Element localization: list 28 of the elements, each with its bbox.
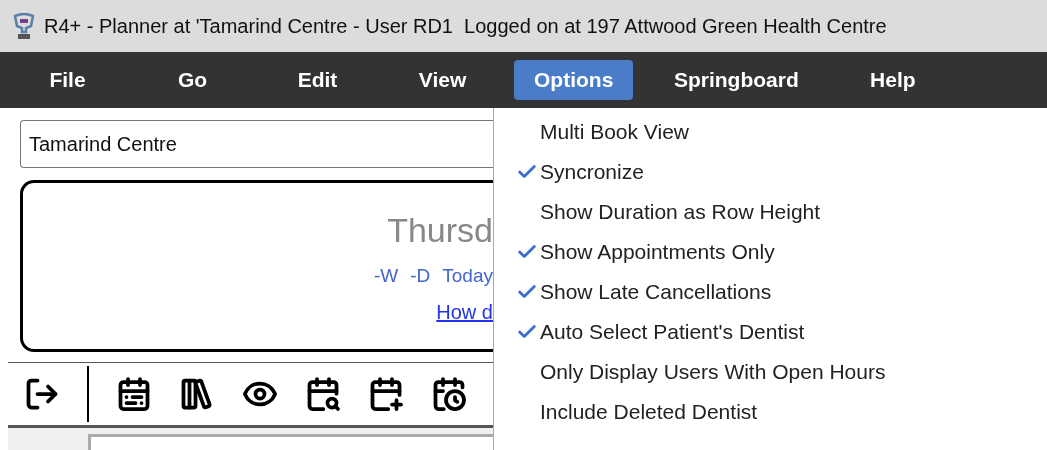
date-nav-link[interactable]: -W [373,262,399,291]
menu-item[interactable]: File [14,60,121,100]
menu-item[interactable]: Edit [264,60,371,100]
menu-option[interactable]: Multi Book View [494,112,1047,152]
menu-item[interactable]: View [389,60,496,100]
logout-icon[interactable] [24,376,60,412]
menu-option[interactable]: Auto Select Patient's Dentist [494,312,1047,352]
date-nav-link[interactable]: Today [442,262,493,291]
menu-option[interactable]: Show Appointments Only [494,232,1047,272]
menu-item[interactable]: Help [839,60,947,100]
menu-option[interactable]: Show Duration as Row Height [494,192,1047,232]
app-logo-icon [12,12,36,40]
window-title: R4+ - Planner at 'Tamarind Centre - User RD1 Logged on at 197 Attwood Green Health Centre [44,14,887,39]
menu-item[interactable]: Options [514,60,634,100]
calendar-plus-icon[interactable] [368,376,404,412]
menu-item[interactable]: Springboard [651,60,822,100]
menu-option[interactable]: Only Display Users With Open Hours [494,352,1047,392]
location-field[interactable]: Tamarind Centre [20,120,493,168]
menu-item[interactable]: Go [139,60,246,100]
menu-option[interactable]: Show Late Cancellations [494,272,1047,312]
menu-option[interactable]: Syncronize [494,152,1047,192]
day-heading: Thursd [387,210,493,251]
calendar-search-icon[interactable] [305,376,341,412]
calendar-icon[interactable] [116,376,152,412]
date-nav-link[interactable]: -D [410,262,431,291]
menu-option[interactable]: Include Deleted Dentist [494,392,1047,432]
calendar-clock-icon[interactable] [431,376,467,412]
help-link[interactable]: How d [436,296,493,327]
